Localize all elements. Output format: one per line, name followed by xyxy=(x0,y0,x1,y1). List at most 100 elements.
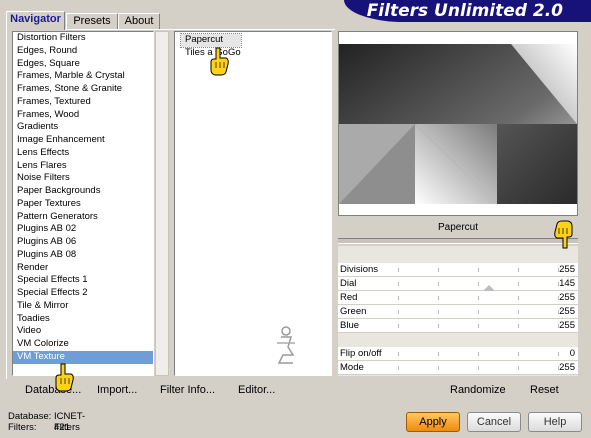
preview-caption: Papercut xyxy=(437,222,479,233)
cancel-button[interactable]: Cancel xyxy=(467,412,521,432)
slider-tick xyxy=(558,352,559,356)
category-item[interactable]: Video xyxy=(13,325,153,338)
slider-tick xyxy=(438,282,439,286)
param-value: 255 xyxy=(559,264,575,275)
category-item[interactable]: Special Effects 1 xyxy=(13,274,153,287)
param-row-green[interactable]: Green 255 xyxy=(338,305,578,319)
param-value: 255 xyxy=(559,306,575,317)
slider-tick xyxy=(518,282,519,286)
slider-tick xyxy=(438,352,439,356)
reset-button[interactable]: Reset xyxy=(530,383,559,397)
param-slider[interactable] xyxy=(398,265,559,275)
pointing-hand-icon xyxy=(210,47,229,76)
slider-tick xyxy=(478,324,479,328)
slider-tick xyxy=(438,324,439,328)
category-item[interactable]: Toadies xyxy=(13,313,153,326)
filter-item[interactable]: Papercut xyxy=(180,33,242,48)
slider-tick xyxy=(518,296,519,300)
category-item[interactable]: Plugins AB 02 xyxy=(13,223,153,236)
param-slider[interactable] xyxy=(398,279,559,289)
pointing-hand-icon xyxy=(55,363,74,392)
param-row-red[interactable]: Red 255 xyxy=(338,291,578,305)
slider-tick xyxy=(478,310,479,314)
param-row-dial[interactable]: Dial 145 xyxy=(338,277,578,291)
preview-splitter[interactable] xyxy=(338,238,578,244)
param-value: 255 xyxy=(559,362,575,373)
param-value: 255 xyxy=(559,292,575,303)
param-slider[interactable] xyxy=(398,293,559,303)
status-filters-value: 421 xyxy=(54,422,70,433)
param-row-flip-on-off[interactable]: Flip on/off 0 xyxy=(338,347,578,361)
status-filters-label: Filters: xyxy=(8,422,37,433)
parameter-panel: Divisions 255 Dial 145 Red 255 Green 255 Blue 255… xyxy=(338,246,578,376)
category-scrollbar[interactable] xyxy=(155,31,169,376)
slider-tick xyxy=(398,268,399,272)
category-item[interactable]: Pattern Generators xyxy=(13,211,153,224)
randomize-button[interactable]: Randomize xyxy=(450,383,506,397)
category-item[interactable]: Frames, Stone & Granite xyxy=(13,83,153,96)
category-item[interactable]: Edges, Round xyxy=(13,45,153,58)
param-slider[interactable] xyxy=(398,321,559,331)
category-item[interactable]: Lens Effects xyxy=(13,147,153,160)
param-value: 255 xyxy=(559,320,575,331)
param-row-divisions[interactable]: Divisions 255 xyxy=(338,263,578,277)
apply-button[interactable]: Apply xyxy=(406,412,460,432)
slider-tick xyxy=(478,296,479,300)
slider-tick xyxy=(478,352,479,356)
slider-tick xyxy=(478,268,479,272)
category-item[interactable]: Lens Flares xyxy=(13,160,153,173)
category-list[interactable]: Distortion Filters Edges, Round Edges, Squ… xyxy=(12,31,154,376)
status-filters: Filters: 421 xyxy=(8,422,70,433)
category-item[interactable]: Tile & Mirror xyxy=(13,300,153,313)
slider-tick xyxy=(398,352,399,356)
category-item[interactable]: VM Texture xyxy=(13,350,153,364)
param-label: Dial xyxy=(340,278,357,289)
tab-navigator[interactable]: Navigator xyxy=(6,11,65,30)
category-item[interactable]: VM Colorize xyxy=(13,338,153,351)
tab-presets[interactable]: Presets xyxy=(66,13,118,29)
category-item[interactable]: Gradients xyxy=(13,121,153,134)
editor-button[interactable]: Editor... xyxy=(238,383,275,397)
help-button[interactable]: Help xyxy=(528,412,582,432)
param-slider[interactable] xyxy=(398,307,559,317)
slider-tick xyxy=(518,268,519,272)
slider-tick xyxy=(518,324,519,328)
import-button[interactable]: Import... xyxy=(97,383,137,397)
param-slider[interactable] xyxy=(398,349,559,359)
slider-tick xyxy=(398,324,399,328)
filter-preview xyxy=(338,31,578,216)
category-item[interactable]: Render xyxy=(13,262,153,275)
slider-tick xyxy=(438,296,439,300)
slider-tick xyxy=(398,296,399,300)
param-row-blue[interactable]: Blue 255 xyxy=(338,319,578,333)
slider-tick xyxy=(518,366,519,370)
slider-tick xyxy=(478,366,479,370)
filter-info-button[interactable]: Filter Info... xyxy=(160,383,215,397)
category-item[interactable]: Frames, Textured xyxy=(13,96,153,109)
category-item[interactable]: Special Effects 2 xyxy=(13,287,153,300)
slider-tick xyxy=(398,366,399,370)
app-title-banner: Filters Unlimited 2.0 xyxy=(344,0,591,22)
category-item[interactable]: Paper Backgrounds xyxy=(13,185,153,198)
pointing-hand-icon xyxy=(554,220,573,249)
tab-about[interactable]: About xyxy=(118,13,160,29)
param-slider[interactable] xyxy=(398,363,559,373)
slider-tick xyxy=(438,310,439,314)
category-item[interactable]: Image Enhancement xyxy=(13,134,153,147)
param-label: Divisions xyxy=(340,264,379,275)
dial-slider-thumb[interactable] xyxy=(483,285,496,291)
category-item[interactable]: Plugins AB 06 xyxy=(13,236,153,249)
category-item[interactable]: Distortion Filters xyxy=(13,32,153,45)
category-item[interactable]: Plugins AB 08 xyxy=(13,249,153,262)
preview-image xyxy=(339,44,577,204)
category-item[interactable]: Paper Textures xyxy=(13,198,153,211)
param-value: 145 xyxy=(559,278,575,289)
param-row-mode[interactable]: Mode 255 xyxy=(338,361,578,375)
category-item[interactable]: Frames, Wood xyxy=(13,109,153,122)
filter-list[interactable]: Papercut Tiles a GoGo xyxy=(174,31,332,376)
category-item[interactable]: Frames, Marble & Crystal xyxy=(13,70,153,83)
slider-tick xyxy=(478,282,479,286)
category-item[interactable]: Edges, Square xyxy=(13,58,153,71)
param-label: Mode xyxy=(340,362,364,373)
category-item[interactable]: Noise Filters xyxy=(13,172,153,185)
